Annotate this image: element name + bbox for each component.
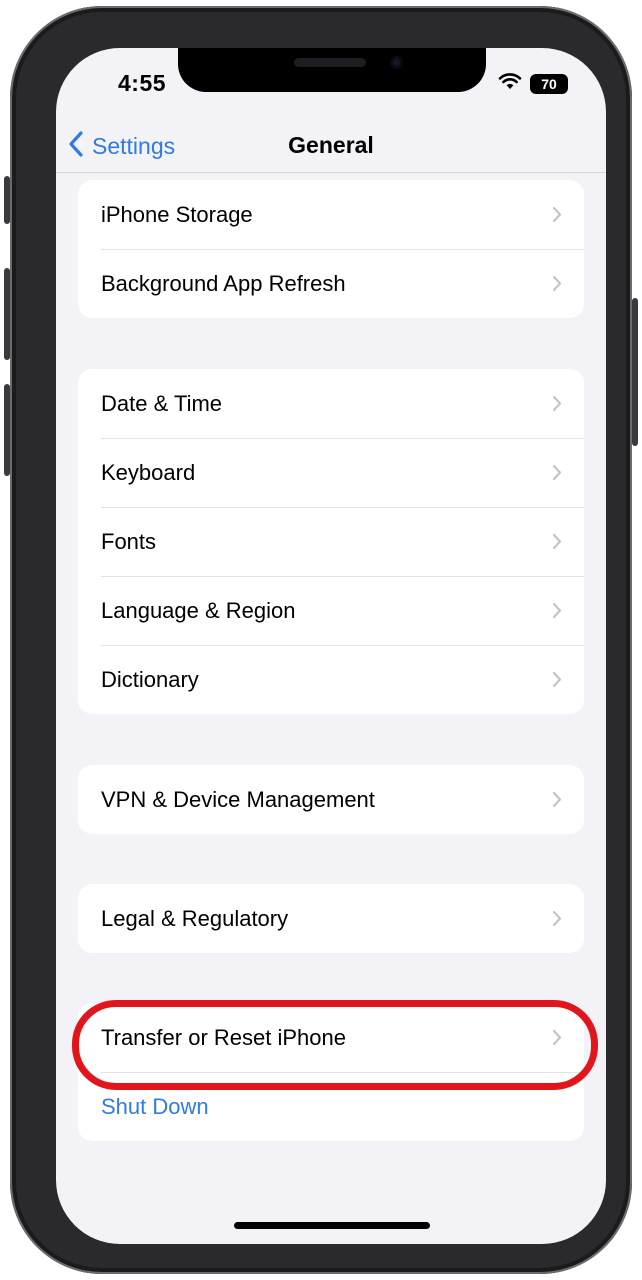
status-indicators: 70: [498, 72, 568, 95]
chevron-right-icon: [552, 206, 562, 228]
phone-frame: 4:55 70 Settings General iPhone Storage …: [4, 6, 638, 1274]
chevron-right-icon: [552, 910, 562, 932]
status-time: 4:55: [118, 70, 167, 96]
speaker-grille: [294, 58, 366, 67]
chevron-right-icon: [552, 791, 562, 813]
row-label: Background App Refresh: [101, 270, 346, 296]
row-dictionary[interactable]: Dictionary: [78, 645, 584, 714]
chevron-right-icon: [552, 395, 562, 417]
row-background-app-refresh[interactable]: Background App Refresh: [78, 249, 584, 318]
chevron-right-icon: [552, 533, 562, 555]
chevron-right-icon: [552, 1029, 562, 1051]
row-label: iPhone Storage: [101, 201, 253, 227]
shut-down-label: Shut Down: [101, 1093, 209, 1119]
battery-icon: 70: [530, 73, 568, 94]
silent-switch: [4, 176, 10, 224]
row-iphone-storage[interactable]: iPhone Storage: [78, 180, 584, 249]
row-label: Keyboard: [101, 459, 196, 485]
page-title: General: [288, 132, 374, 158]
row-label: Language & Region: [101, 597, 296, 623]
chevron-right-icon: [552, 602, 562, 624]
volume-down-button: [4, 384, 10, 476]
row-label: Legal & Regulatory: [101, 905, 289, 931]
row-label: Dictionary: [101, 666, 199, 692]
chevron-right-icon: [552, 671, 562, 693]
settings-group-reset: Transfer or Reset iPhone Shut Down: [78, 1003, 584, 1141]
front-camera: [390, 56, 403, 69]
row-transfer-reset-iphone[interactable]: Transfer or Reset iPhone: [78, 1003, 584, 1072]
settings-group-storage: iPhone Storage Background App Refresh: [78, 180, 584, 318]
row-label: Fonts: [101, 528, 157, 554]
row-date-time[interactable]: Date & Time: [78, 369, 584, 438]
row-label: Date & Time: [101, 390, 223, 416]
row-fonts[interactable]: Fonts: [78, 507, 584, 576]
settings-group-locale: Date & Time Keyboard Fonts Language & Re…: [78, 369, 584, 714]
navigation-bar: Settings General: [56, 124, 606, 173]
power-button: [632, 298, 638, 446]
shut-down-button[interactable]: Shut Down: [78, 1072, 584, 1141]
volume-up-button: [4, 268, 10, 360]
screen: 4:55 70 Settings General iPhone Storage …: [56, 48, 606, 1244]
row-language-region[interactable]: Language & Region: [78, 576, 584, 645]
chevron-right-icon: [552, 464, 562, 486]
row-label: VPN & Device Management: [101, 786, 375, 812]
row-keyboard[interactable]: Keyboard: [78, 438, 584, 507]
settings-group-vpn: VPN & Device Management: [78, 765, 584, 834]
wifi-icon: [498, 72, 522, 95]
row-label: Transfer or Reset iPhone: [101, 1024, 346, 1050]
row-vpn-device-management[interactable]: VPN & Device Management: [78, 765, 584, 834]
row-legal-regulatory[interactable]: Legal & Regulatory: [78, 884, 584, 953]
notch: [178, 48, 486, 92]
chevron-right-icon: [552, 275, 562, 297]
home-indicator[interactable]: [234, 1222, 430, 1229]
settings-group-legal: Legal & Regulatory: [78, 884, 584, 953]
